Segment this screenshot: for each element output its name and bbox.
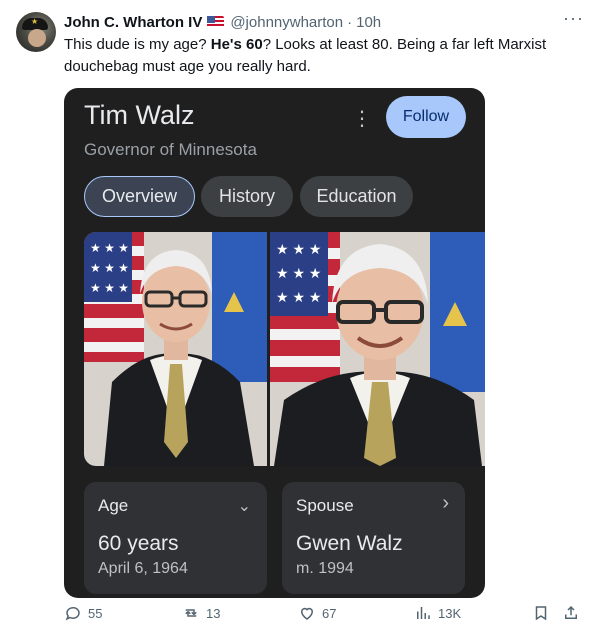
card-title: Tim Walz — [84, 100, 195, 130]
chevron-down-icon: ⌄ — [237, 498, 251, 515]
author-handle[interactable]: @johnnywharton — [230, 14, 343, 31]
tweet: ★ John C. Wharton IV @johnnywharton · 10… — [0, 0, 590, 628]
tweet-text-start: This dude is my age? — [64, 36, 211, 53]
spouse-value: Gwen Walz — [296, 532, 403, 555]
svg-text:★ ★ ★: ★ ★ ★ — [276, 265, 321, 281]
avatar-face — [28, 29, 46, 47]
kebab-menu-icon[interactable]: ⋮ — [352, 106, 372, 131]
views-count: 13K — [438, 605, 462, 621]
svg-text:★ ★ ★: ★ ★ ★ — [276, 241, 321, 257]
tweet-time[interactable]: 10h — [356, 14, 381, 31]
svg-text:★ ★ ★: ★ ★ ★ — [90, 261, 129, 275]
us-flag-icon — [207, 16, 225, 28]
age-value: 60 years — [98, 532, 179, 555]
tab-education[interactable]: Education — [300, 176, 413, 217]
portrait-photo-2[interactable]: ★ ★ ★ ★ ★ ★ ★ ★ ★ — [270, 232, 485, 466]
birth-date: April 6, 1964 — [98, 560, 188, 577]
svg-text:★ ★ ★: ★ ★ ★ — [90, 281, 129, 295]
spouse-label: Spouse — [296, 496, 354, 515]
header-separator: · — [347, 13, 353, 31]
bookmark-button[interactable] — [532, 604, 550, 622]
card-subtitle: Governor of Minnesota — [84, 140, 257, 159]
portrait-photo-1[interactable]: ★ ★ ★ ★ ★ ★ ★ ★ ★ — [84, 232, 267, 466]
svg-text:★ ★ ★: ★ ★ ★ — [276, 289, 321, 305]
reply-icon — [65, 606, 80, 621]
age-label: Age — [98, 496, 129, 515]
repost-button[interactable]: 13 — [182, 604, 220, 622]
share-icon — [565, 605, 577, 619]
views-button[interactable]: 13K — [414, 604, 461, 622]
more-options-icon[interactable]: ··· — [563, 8, 584, 29]
author-name[interactable]: John C. Wharton IV — [64, 14, 202, 31]
like-count: 67 — [322, 605, 337, 621]
tweet-header: John C. Wharton IV @johnnywharton · 10h — [64, 12, 381, 32]
tweet-action-bar: 55 13 67 13K — [0, 604, 590, 626]
svg-text:★ ★ ★: ★ ★ ★ — [90, 241, 129, 255]
tweet-text-bold: He's 60 — [210, 36, 263, 53]
tweet-text: This dude is my age? He's 60? Looks at l… — [64, 34, 564, 78]
spouse-card[interactable]: Spouse › Gwen Walz m. 1994 — [282, 482, 465, 594]
reply-button[interactable]: 55 — [64, 604, 102, 622]
star-icon: ★ — [31, 17, 39, 26]
heart-icon — [300, 607, 314, 620]
tab-overview[interactable]: Overview — [84, 176, 195, 217]
share-button[interactable] — [562, 604, 580, 622]
age-card[interactable]: Age ⌄ 60 years April 6, 1964 — [84, 482, 267, 594]
reply-count: 55 — [88, 605, 103, 621]
like-button[interactable]: 67 — [298, 604, 336, 622]
follow-button[interactable]: Follow — [386, 96, 466, 138]
tab-history[interactable]: History — [201, 176, 293, 217]
repost-icon — [185, 609, 197, 617]
chevron-right-icon: › — [442, 492, 449, 514]
repost-count: 13 — [206, 605, 221, 621]
knowledge-panel-card[interactable]: Tim Walz Governor of Minnesota ⋮ Follow … — [64, 88, 485, 598]
views-icon — [417, 607, 430, 619]
avatar[interactable]: ★ — [16, 12, 56, 52]
bookmark-icon — [535, 606, 547, 621]
marriage-date: m. 1994 — [296, 560, 354, 577]
